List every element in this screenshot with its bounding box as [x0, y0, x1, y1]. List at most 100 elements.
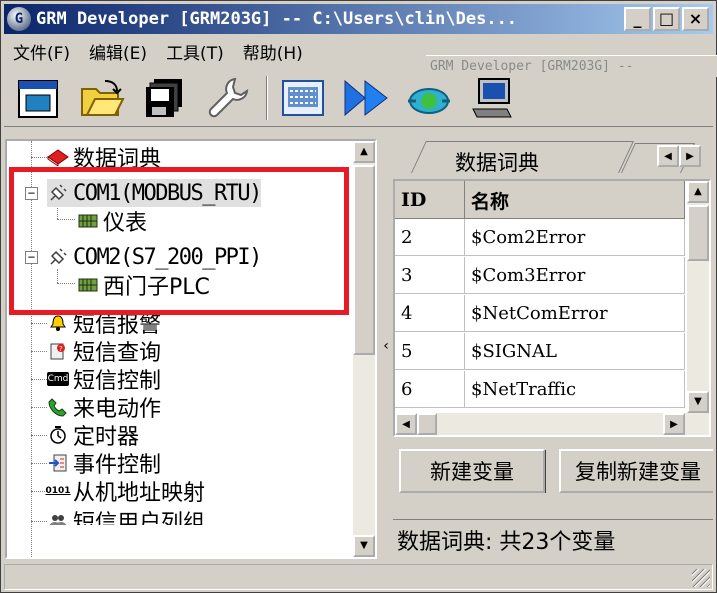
tree-item-sms-control[interactable]: Cmd 短信控制 — [47, 365, 161, 394]
open-folder-icon — [81, 79, 125, 116]
new-project-button[interactable] — [14, 73, 64, 123]
table-vertical-scrollbar[interactable]: ▲ ▼ — [687, 181, 709, 413]
fast-forward-icon — [344, 79, 388, 116]
save-icon — [146, 78, 182, 117]
save-button[interactable] — [140, 73, 190, 123]
svg-text:?: ? — [59, 345, 63, 353]
tree-line — [31, 521, 47, 522]
tree-line — [31, 463, 47, 464]
open-button[interactable] — [77, 73, 127, 123]
status-bar — [4, 564, 713, 590]
table-row[interactable]: 4 $NetComError — [395, 295, 685, 332]
tree-item-event-control[interactable]: 事件控制 — [47, 449, 161, 478]
cell-name: $Com2Error — [465, 219, 685, 256]
close-button[interactable]: × — [682, 7, 709, 31]
tree-item-label: 从机地址映射 — [73, 481, 206, 506]
scroll-down-button[interactable]: ▼ — [353, 535, 375, 557]
cell-id: 2 — [395, 219, 465, 256]
new-project-icon — [18, 79, 58, 118]
title-bar[interactable]: G GRM Developer [GRM203G] -- C:\Users\cl… — [4, 4, 713, 34]
annotation-highlight-box — [9, 167, 349, 315]
cmd-icon: Cmd — [47, 372, 69, 386]
column-header-name[interactable]: 名称 — [465, 181, 685, 219]
settings-button[interactable] — [203, 73, 253, 123]
binary-icon: 0101 — [45, 486, 71, 496]
tree-line — [31, 323, 47, 324]
table-horizontal-scrollbar[interactable]: ◀ ▶ — [395, 413, 709, 435]
column-header-id[interactable]: ID — [395, 181, 465, 219]
scroll-left-button[interactable]: ◀ — [395, 413, 417, 435]
table-row[interactable]: 6 $NetTraffic — [395, 371, 685, 408]
action-buttons: 新建变量 复制新建变量 — [399, 449, 713, 493]
tab-next-button[interactable]: ▶ — [679, 145, 701, 167]
resize-grip-icon[interactable] — [692, 569, 710, 587]
bell-icon — [47, 312, 69, 334]
device-button[interactable] — [467, 73, 517, 123]
cell-name: $SIGNAL — [465, 333, 685, 370]
tree-item-sms-query[interactable]: ? 短信查询 — [47, 337, 161, 366]
tab-data-dictionary-label: 数据词典 — [455, 151, 539, 175]
keyboard-button[interactable] — [278, 73, 328, 123]
book-icon — [47, 146, 69, 168]
tree-item-label: 短信用户列组 — [73, 511, 206, 536]
collapse-left-icon[interactable]: ‹ — [383, 338, 389, 354]
wrench-icon — [208, 77, 249, 117]
clock-icon — [47, 424, 69, 446]
scroll-right-button[interactable]: ▶ — [663, 413, 685, 435]
table-row[interactable]: 5 $SIGNAL — [395, 333, 685, 370]
cell-name: $Com3Error — [465, 257, 685, 294]
users-icon — [47, 510, 69, 525]
tab-prev-button[interactable]: ◀ — [657, 145, 679, 167]
menu-edit[interactable]: 编辑(E) — [80, 39, 157, 64]
tree-line — [31, 351, 47, 352]
cell-id: 5 — [395, 333, 465, 370]
tree-item-slave-address-map[interactable]: 0101 从机地址映射 — [45, 477, 206, 506]
caption-buttons: _ □ × — [624, 7, 709, 31]
run-button[interactable] — [341, 73, 391, 123]
maximize-button[interactable]: □ — [653, 7, 680, 31]
tree-line — [31, 157, 47, 158]
cell-id: 6 — [395, 371, 465, 408]
menu-tools[interactable]: 工具(T) — [157, 39, 234, 64]
phone-icon — [47, 396, 69, 418]
tree-vertical-scrollbar[interactable]: ▲ ▼ — [353, 141, 375, 557]
tree-line — [31, 435, 47, 436]
app-window: G GRM Developer [GRM203G] -- C:\Users\cl… — [0, 0, 717, 593]
copy-new-variable-button[interactable]: 复制新建变量 — [559, 449, 713, 493]
cell-id: 4 — [395, 295, 465, 332]
cell-name: $NetComError — [465, 295, 685, 332]
table-header: ID 名称 — [395, 181, 685, 219]
cloud-sync-icon — [408, 87, 450, 114]
download-button[interactable] — [404, 73, 454, 123]
menu-file[interactable]: 文件(F) — [4, 39, 80, 64]
scroll-thumb[interactable] — [687, 205, 709, 261]
tree-item-sms-user-groups[interactable]: 短信用户列组 — [47, 507, 206, 536]
tree-line — [31, 407, 47, 408]
table-row[interactable]: 3 $Com3Error — [395, 257, 685, 294]
query-icon: ? — [47, 340, 69, 362]
scroll-thumb[interactable] — [353, 165, 375, 355]
tab-nav: ◀ ▶ — [657, 145, 701, 167]
minimize-button[interactable]: _ — [624, 7, 651, 31]
menu-help[interactable]: 帮助(H) — [234, 39, 313, 64]
scroll-down-button[interactable]: ▼ — [687, 391, 709, 413]
app-icon[interactable]: G — [7, 7, 31, 31]
variable-table[interactable]: ID 名称 2 $Com2Error 3 $Com3Error 4 $NetCo… — [393, 179, 711, 437]
event-icon — [47, 452, 69, 474]
scroll-up-button[interactable]: ▲ — [353, 141, 375, 163]
scroll-thumb[interactable] — [417, 413, 437, 435]
new-variable-button[interactable]: 新建变量 — [399, 449, 545, 493]
tree-item-incoming-call[interactable]: 来电动作 — [47, 393, 161, 422]
toolbar — [4, 69, 713, 127]
cell-id: 3 — [395, 257, 465, 294]
tree-item-timer[interactable]: 定时器 — [47, 421, 139, 450]
tree-line — [31, 379, 47, 380]
keyboard-icon — [282, 79, 324, 116]
dictionary-status: 数据词典: 共23个变量 — [393, 519, 713, 559]
computer-icon — [472, 77, 512, 117]
window-title: GRM Developer [GRM203G] -- C:\Users\clin… — [36, 9, 518, 29]
panel-splitter[interactable]: ‹ — [381, 291, 391, 401]
scroll-up-button[interactable]: ▲ — [687, 181, 709, 203]
table-row[interactable]: 2 $Com2Error — [395, 219, 685, 256]
toolbar-separator — [266, 75, 268, 120]
